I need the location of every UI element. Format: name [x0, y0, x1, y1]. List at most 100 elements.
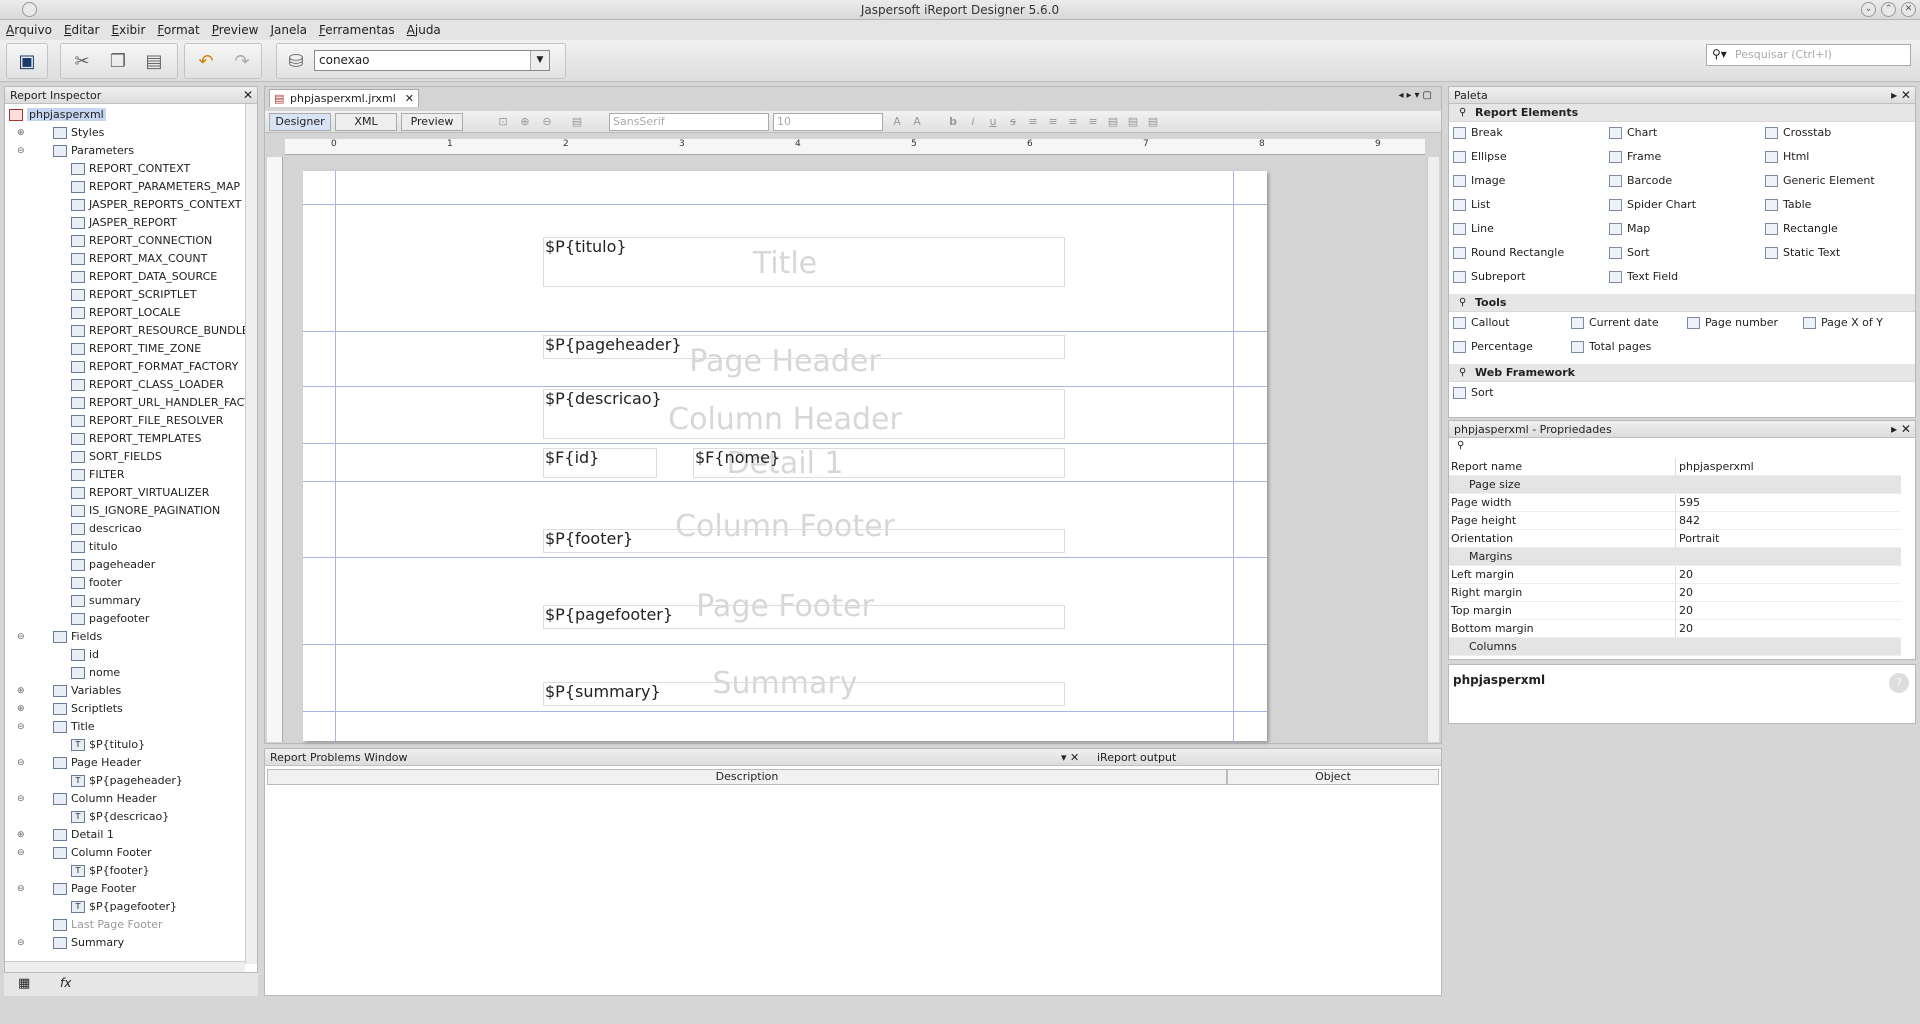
palette-item[interactable]: Sort	[1609, 244, 1650, 262]
menu-item-0[interactable]: Arquivo	[0, 20, 58, 40]
chevron-down-icon[interactable]: ▼	[530, 51, 549, 70]
connection-select[interactable]: conexao ▼	[314, 50, 550, 71]
palette-item[interactable]: Line	[1453, 220, 1494, 238]
tree-item[interactable]: summary	[71, 592, 141, 610]
property-value[interactable]: 842	[1675, 512, 1899, 530]
tree-item[interactable]: ⊕ Variables	[17, 682, 121, 700]
property-category[interactable]: Margins	[1449, 548, 1901, 566]
property-value[interactable]: 20	[1675, 620, 1899, 638]
tree-item[interactable]: REPORT_CONNECTION	[71, 232, 212, 250]
palette-item[interactable]: Total pages	[1571, 338, 1651, 356]
text-field[interactable]: $P{pageheader}	[543, 335, 1065, 359]
tree-item[interactable]: id	[71, 646, 99, 664]
tree-item[interactable]: REPORT_FILE_RESOLVER	[71, 412, 223, 430]
close-icon[interactable]: ✕	[1901, 2, 1916, 17]
tree-item[interactable]: IS_IGNORE_PAGINATION	[71, 502, 220, 520]
tree-item[interactable]: ⊕ Styles	[17, 124, 104, 142]
tree-item[interactable]: REPORT_FORMAT_FACTORY	[71, 358, 238, 376]
tab-preview[interactable]: Preview	[401, 113, 463, 131]
tree-item[interactable]: ⊕ Detail 1	[17, 826, 114, 844]
tree-item[interactable]: Last Page Footer	[53, 916, 163, 934]
text-field[interactable]: $P{titulo}	[543, 237, 1065, 287]
tree-item[interactable]: pageheader	[71, 556, 155, 574]
tree-item[interactable]: ⊖ Fields	[17, 628, 102, 646]
palette-item[interactable]: Map	[1609, 220, 1650, 238]
tree-item[interactable]: REPORT_TIME_ZONE	[71, 340, 201, 358]
paste-icon[interactable]: ▤	[138, 45, 170, 77]
expand-icon[interactable]: ⊖	[17, 754, 25, 772]
text-field[interactable]: $P{descricao}	[543, 389, 1065, 439]
property-value[interactable]: 595	[1675, 494, 1899, 512]
palette-item[interactable]: Ellipse	[1453, 148, 1507, 166]
increase-font-icon[interactable]: A	[889, 115, 905, 129]
close-icon[interactable]: ▸ ✕	[1891, 87, 1911, 104]
menu-item-2[interactable]: Exibir	[106, 20, 152, 40]
close-icon[interactable]: ▾ ✕	[1061, 749, 1079, 766]
menu-item-4[interactable]: Preview	[206, 20, 265, 40]
palette-item[interactable]: Text Field	[1609, 268, 1678, 286]
tree-item[interactable]: ⊖ Parameters	[17, 142, 134, 160]
tree-item[interactable]: ⊖ Page Footer	[17, 880, 136, 898]
window-menu-button[interactable]	[22, 2, 37, 17]
expand-icon[interactable]: ⊕	[17, 700, 25, 718]
expand-icon[interactable]: ⊕	[17, 826, 25, 844]
expand-icon[interactable]: ⊖	[17, 628, 25, 646]
property-value[interactable]: Portrait	[1675, 530, 1899, 548]
tab-designer[interactable]: Designer	[269, 113, 331, 131]
palette-item[interactable]: Image	[1453, 172, 1505, 190]
expression-icon[interactable]: fx	[60, 976, 71, 990]
tree-item[interactable]: JASPER_REPORTS_CONTEXT	[71, 196, 242, 214]
save-icon[interactable]: ▣	[11, 45, 43, 77]
menu-item-6[interactable]: Ferramentas	[313, 20, 401, 40]
property-row[interactable]: Right margin 20	[1449, 584, 1901, 602]
strikethrough-icon[interactable]: s	[1005, 115, 1021, 129]
italic-icon[interactable]: i	[965, 115, 981, 129]
tree-item[interactable]: REPORT_MAX_COUNT	[71, 250, 207, 268]
menu-item-3[interactable]: Format	[151, 20, 205, 40]
palette-item[interactable]: Round Rectangle	[1453, 244, 1564, 262]
maximize-icon[interactable]: ⌃	[1881, 2, 1896, 17]
palette-item[interactable]: Generic Element	[1765, 172, 1875, 190]
property-category[interactable]: Page size	[1449, 476, 1901, 494]
font-size-select[interactable]: 10	[773, 113, 883, 131]
editor-vertical-scrollbar[interactable]	[1427, 157, 1439, 742]
palette-item[interactable]: Sort	[1453, 384, 1494, 402]
align-middle-icon[interactable]: ▤	[1125, 115, 1141, 129]
paste-format-icon[interactable]: ▤	[569, 115, 585, 129]
tab-document[interactable]: ▤ phpjasperxml.jrxml ✕	[269, 89, 419, 107]
tree-item[interactable]: T $P{titulo}	[71, 736, 145, 754]
tree-item[interactable]: ⊖ Title	[17, 718, 95, 736]
align-justify-icon[interactable]: ≡	[1085, 115, 1101, 129]
property-value[interactable]: phpjasperxml	[1675, 458, 1899, 476]
expand-icon[interactable]: ⊖	[17, 718, 25, 736]
tree-root[interactable]: phpjasperxml	[9, 106, 106, 124]
menu-item-1[interactable]: Editar	[58, 20, 106, 40]
tree-item[interactable]: REPORT_CONTEXT	[71, 160, 190, 178]
menu-item-7[interactable]: Ajuda	[401, 20, 447, 40]
expand-icon[interactable]: ⊖	[17, 142, 25, 160]
tree-item[interactable]: REPORT_VIRTUALIZER	[71, 484, 209, 502]
expand-icon[interactable]: ⊖	[17, 790, 25, 808]
font-name-select[interactable]: SansSerif	[609, 113, 769, 131]
palette-group-header[interactable]: Web Framework	[1449, 364, 1915, 382]
tree-item[interactable]: ⊖ Page Header	[17, 754, 141, 772]
decrease-font-icon[interactable]: A	[909, 115, 925, 129]
palette-item[interactable]: Break	[1453, 124, 1503, 142]
expand-icon[interactable]: ⊕	[17, 124, 25, 142]
cut-icon[interactable]: ✂	[66, 45, 98, 77]
close-icon[interactable]: ✕	[405, 90, 414, 107]
palette-item[interactable]: Static Text	[1765, 244, 1840, 262]
palette-item[interactable]: Rectangle	[1765, 220, 1838, 238]
palette-item[interactable]: Page X of Y	[1803, 314, 1883, 332]
property-row[interactable]: Top margin 20	[1449, 602, 1901, 620]
tree-item[interactable]: SORT_FIELDS	[71, 448, 162, 466]
expand-icon[interactable]: ⊖	[17, 880, 25, 898]
menu-item-5[interactable]: Janela	[264, 20, 313, 40]
property-value[interactable]: 20	[1675, 584, 1899, 602]
palette-item[interactable]: Subreport	[1453, 268, 1526, 286]
tree-item[interactable]: REPORT_TEMPLATES	[71, 430, 201, 448]
expand-icon[interactable]: ⊖	[17, 934, 25, 952]
copy-icon[interactable]: ❐	[102, 45, 134, 77]
palette-item[interactable]: Crosstab	[1765, 124, 1831, 142]
tree-item[interactable]: JASPER_REPORT	[71, 214, 177, 232]
